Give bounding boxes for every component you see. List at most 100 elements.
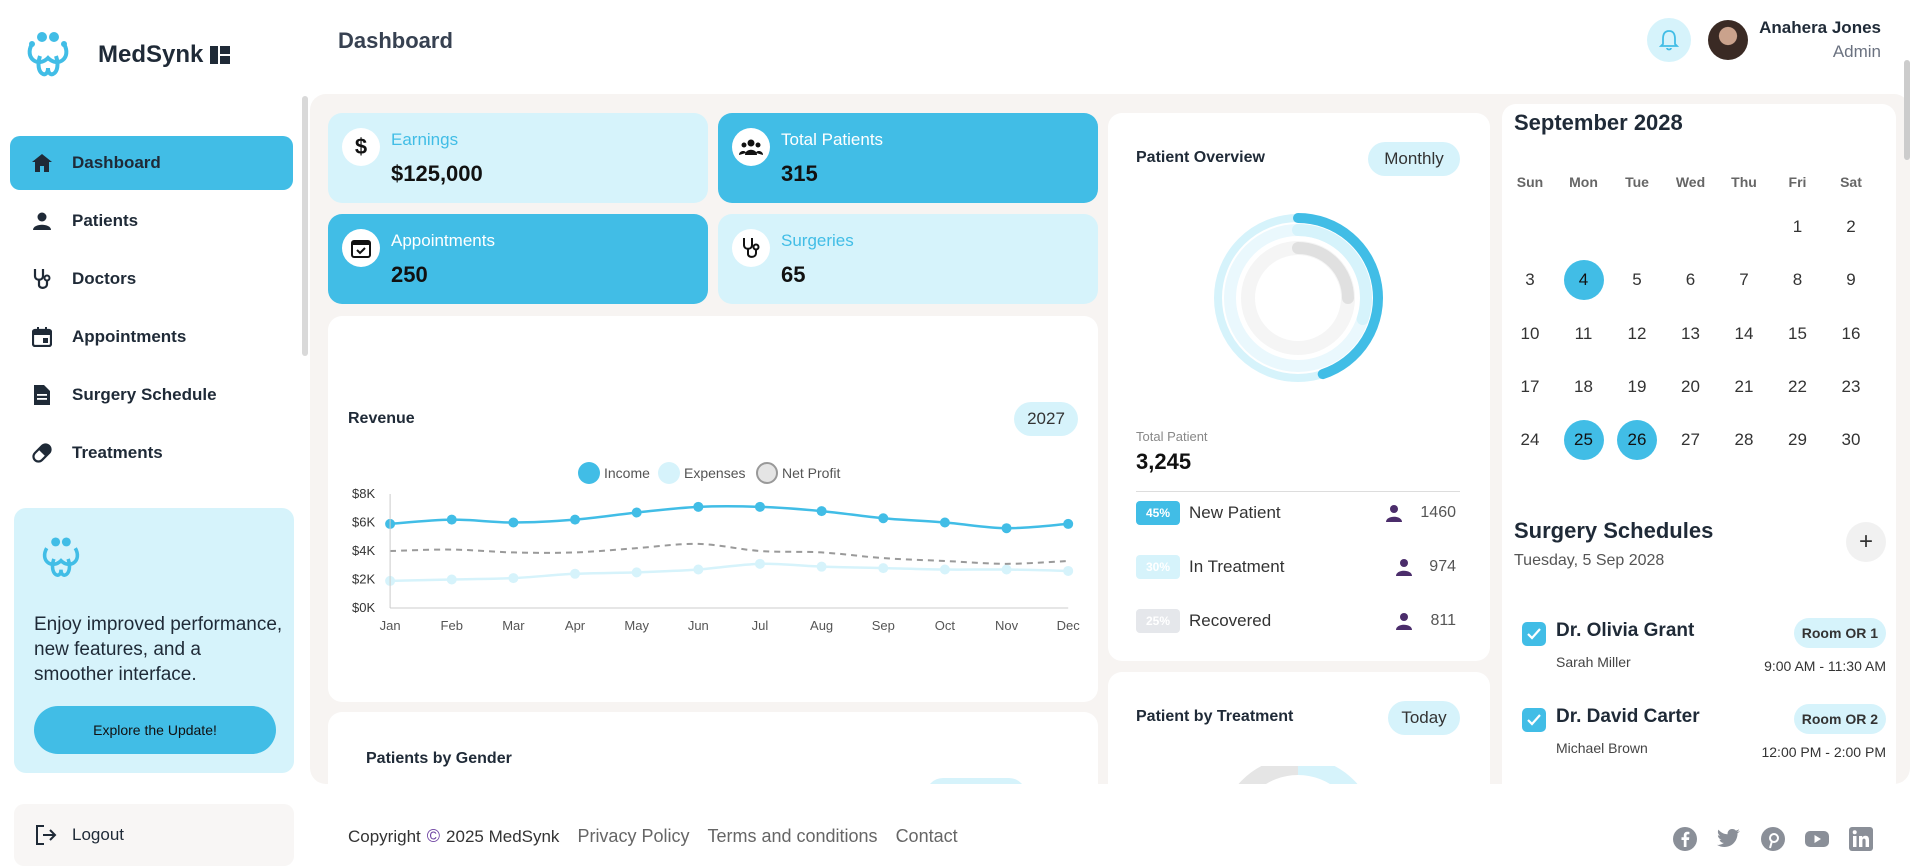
social-links xyxy=(1654,826,1874,852)
calendar-day[interactable]: 2 xyxy=(1831,207,1871,247)
page-title: Dashboard xyxy=(338,28,453,53)
legend-expenses[interactable]: Expenses xyxy=(658,462,745,484)
stat-label: Total Patients xyxy=(781,130,884,149)
treatment-period-select[interactable]: Today xyxy=(1388,701,1460,735)
calendar-day[interactable]: 14 xyxy=(1724,314,1764,354)
calendar-weekday: Fri xyxy=(1788,174,1807,190)
calendar-day[interactable]: 24 xyxy=(1510,420,1550,460)
revenue-year-select[interactable]: 2027 xyxy=(1014,402,1078,436)
stat-card-appointments[interactable]: Appointments 250 xyxy=(328,214,708,304)
sidebar-item-appointments[interactable]: Appointments xyxy=(10,310,293,364)
gender-period-select[interactable] xyxy=(926,778,1026,784)
user-role: Admin xyxy=(1832,42,1881,61)
calendar-day[interactable]: 17 xyxy=(1510,367,1550,407)
calendar-day[interactable]: 30 xyxy=(1831,420,1871,460)
calendar-day[interactable]: 19 xyxy=(1617,367,1657,407)
update-promo-card: Enjoy improved performance, new features… xyxy=(14,508,294,773)
series-line-income xyxy=(390,504,1069,530)
logout-icon xyxy=(36,825,57,845)
calendar-weekday: Mon xyxy=(1569,174,1598,190)
data-point xyxy=(1001,564,1012,575)
calendar-card: September 2028 Sun Mon Tue Wed Thu Fri Sat 1 2 3 4… xyxy=(1502,104,1896,784)
calendar-day[interactable]: 23 xyxy=(1831,367,1871,407)
linkedin-icon[interactable] xyxy=(1848,826,1874,852)
calendar-day[interactable]: 4 xyxy=(1563,260,1604,301)
facebook-icon[interactable] xyxy=(1672,826,1698,852)
calendar-day[interactable]: 6 xyxy=(1671,260,1711,300)
logout-button[interactable]: Logout xyxy=(14,804,294,866)
legend-net-profit[interactable]: Net Profit xyxy=(756,462,840,484)
explore-update-button[interactable]: Explore the Update! xyxy=(34,706,276,754)
calendar-day[interactable]: 11 xyxy=(1564,314,1604,354)
home-icon xyxy=(30,151,54,175)
overview-row-in-treatment[interactable]: 30% In Treatment 974 xyxy=(1136,555,1456,581)
data-point xyxy=(1063,565,1074,576)
calendar-day[interactable]: 25 xyxy=(1563,420,1604,461)
surgery-item[interactable]: Dr. David Carter Michael Brown Room OR 2… xyxy=(1522,704,1886,774)
layout-toggle-icon[interactable] xyxy=(210,46,230,64)
calendar-day[interactable]: 28 xyxy=(1724,420,1764,460)
stat-card-surgeries[interactable]: Surgeries 65 xyxy=(718,214,1098,304)
sidebar-scrollbar[interactable] xyxy=(302,96,308,356)
brand[interactable]: MedSynk xyxy=(20,28,230,82)
calendar-day[interactable]: 22 xyxy=(1778,367,1818,407)
stethoscope-icon xyxy=(732,229,770,267)
data-point xyxy=(631,507,642,518)
stat-card-earnings[interactable]: $ Earnings $125,000 xyxy=(328,113,708,203)
calendar-day[interactable]: 3 xyxy=(1510,260,1550,300)
calendar-day[interactable]: 29 xyxy=(1778,420,1818,460)
calendar-day[interactable]: 10 xyxy=(1510,314,1550,354)
calendar-day[interactable]: 15 xyxy=(1778,314,1818,354)
overview-row-recovered[interactable]: 25% Recovered 811 xyxy=(1136,609,1456,635)
stethoscope-icon xyxy=(30,267,54,291)
x-tick-label: Dec xyxy=(1057,618,1081,633)
calendar-day[interactable]: 21 xyxy=(1724,367,1764,407)
row-label: In Treatment xyxy=(1189,557,1285,576)
legend-swatch xyxy=(658,462,680,484)
sidebar-item-surgery-schedule[interactable]: Surgery Schedule xyxy=(10,368,293,422)
x-tick-label: Nov xyxy=(995,618,1019,633)
calendar-day[interactable]: 7 xyxy=(1724,260,1764,300)
calendar-day[interactable]: 27 xyxy=(1671,420,1711,460)
contact-link[interactable]: Contact xyxy=(896,826,958,847)
stat-card-total-patients[interactable]: Total Patients 315 xyxy=(718,113,1098,203)
x-tick-label: Jan xyxy=(380,618,401,633)
surgery-schedules-title: Surgery Schedules xyxy=(1514,518,1714,543)
avatar[interactable] xyxy=(1708,20,1748,60)
twitter-icon[interactable] xyxy=(1716,826,1742,852)
privacy-policy-link[interactable]: Privacy Policy xyxy=(577,826,689,847)
page-scrollbar[interactable] xyxy=(1904,60,1910,160)
overview-period-select[interactable]: Monthly xyxy=(1368,142,1460,176)
pct-badge: 45% xyxy=(1136,501,1180,525)
calendar-day[interactable]: 12 xyxy=(1617,314,1657,354)
row-value: 811 xyxy=(1430,612,1456,629)
sidebar-item-patients[interactable]: Patients xyxy=(10,194,293,248)
sidebar-item-treatments[interactable]: Treatments xyxy=(10,426,293,480)
data-point xyxy=(631,567,642,578)
sidebar-item-label: Patients xyxy=(72,211,139,230)
x-tick-label: Jul xyxy=(752,618,769,633)
calendar-day[interactable]: 1 xyxy=(1778,207,1818,247)
checkbox[interactable] xyxy=(1522,708,1546,732)
pinterest-icon[interactable] xyxy=(1760,826,1786,852)
surgery-item[interactable]: Dr. Olivia Grant Sarah Miller Room OR 1 … xyxy=(1522,618,1886,688)
checkbox[interactable] xyxy=(1522,622,1546,646)
add-surgery-button[interactable]: + xyxy=(1846,522,1886,562)
calendar-day[interactable]: 26 xyxy=(1617,420,1657,461)
overview-row-new-patient[interactable]: 45% New Patient 1460 xyxy=(1136,501,1456,527)
youtube-icon[interactable] xyxy=(1804,826,1830,852)
calendar-day[interactable]: 8 xyxy=(1778,260,1818,300)
legend-swatch xyxy=(578,462,600,484)
calendar-day[interactable]: 5 xyxy=(1617,260,1657,300)
sidebar-item-dashboard[interactable]: Dashboard xyxy=(10,136,293,190)
calendar-day[interactable]: 13 xyxy=(1671,314,1711,354)
legend-income[interactable]: Income xyxy=(578,462,650,484)
sidebar-item-doctors[interactable]: Doctors xyxy=(10,252,293,306)
calendar-title: September 2028 xyxy=(1514,110,1683,135)
calendar-day[interactable]: 18 xyxy=(1564,367,1604,407)
notifications-button[interactable] xyxy=(1647,18,1691,62)
terms-link[interactable]: Terms and conditions xyxy=(707,826,877,847)
calendar-day[interactable]: 20 xyxy=(1671,367,1711,407)
calendar-day[interactable]: 9 xyxy=(1831,260,1871,300)
calendar-day[interactable]: 16 xyxy=(1831,314,1871,354)
